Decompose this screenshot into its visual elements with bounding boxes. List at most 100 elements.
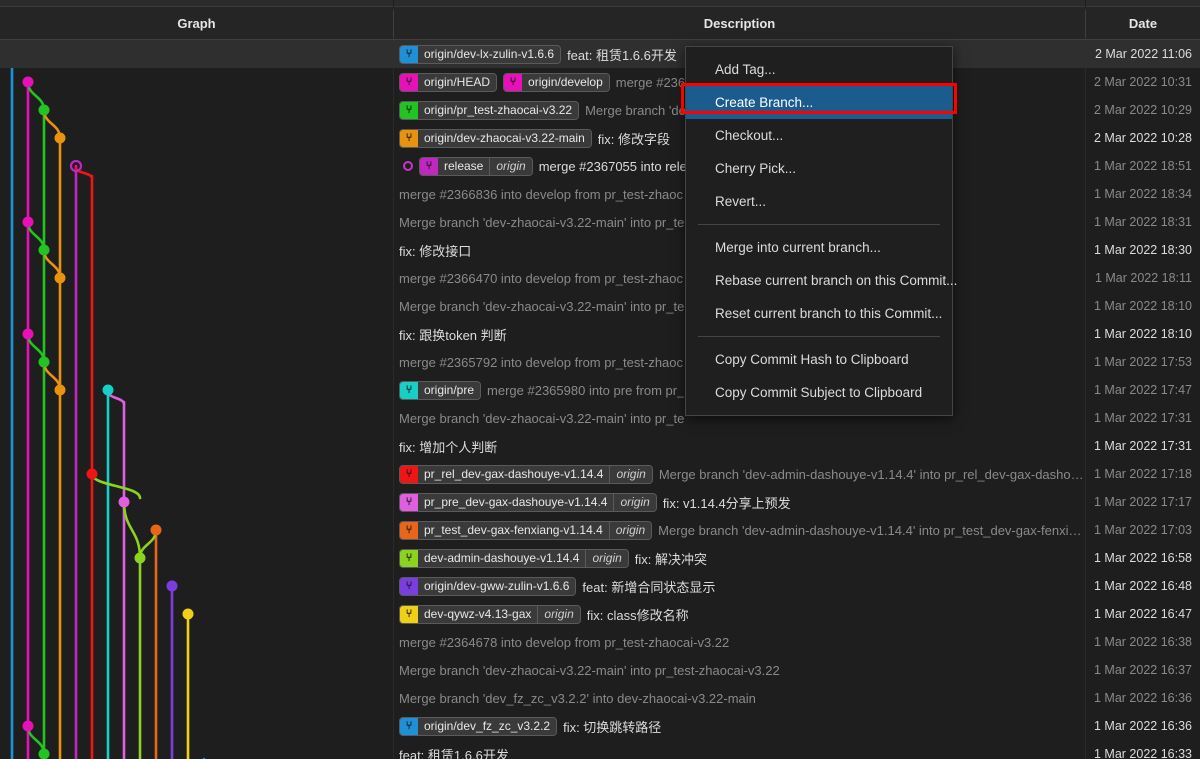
commit-message: merge #2364678 into develop from pr_test… <box>399 634 730 650</box>
commit-row[interactable]: Merge branch 'dev-zhaocai-v3.22-main' in… <box>0 292 1200 320</box>
commit-date: 1 Mar 2022 18:31 <box>1094 215 1192 229</box>
column-header-date[interactable]: Date <box>1086 7 1200 40</box>
branch-ref-chip[interactable]: ⑂ origin/dev-gww-zulin-v1.6.6 <box>399 576 577 596</box>
commit-date: 1 Mar 2022 18:51 <box>1094 159 1192 173</box>
commit-row[interactable]: ⑂ origin/dev_fz_zc_v3.2.2 fix: 切换跳转路径 1 Mar… <box>0 712 1200 740</box>
commit-description-cell[interactable]: Merge branch 'dev_fz_zc_v3.2.2' into dev… <box>399 684 1085 712</box>
commit-message: Merge branch 'de <box>585 102 686 118</box>
commit-row[interactable]: ⑂ pr_test_dev-gax-fenxiang-v1.14.4 origin M… <box>0 516 1200 544</box>
commit-description-cell[interactable]: ⑂ dev-admin-dashouye-v1.14.4 origin fix: 解决… <box>399 544 1085 572</box>
commit-row[interactable]: ⑂ origin/pr_test-zhaocai-v3.22 Merge branc… <box>0 96 1200 124</box>
commit-description-cell[interactable]: ⑂ pr_test_dev-gax-fenxiang-v1.14.4 origin M… <box>399 516 1085 544</box>
commit-description-cell[interactable]: Merge branch 'dev-zhaocai-v3.22-main' in… <box>399 656 1085 684</box>
commit-message: merge #2367055 into rele <box>538 158 687 174</box>
commit-message: merge #2365980 into pre from pr_ <box>487 382 685 398</box>
branch-ref-chip[interactable]: ⑂ origin/dev-zhaocai-v3.22-main <box>399 128 592 148</box>
commit-date: 1 Mar 2022 17:18 <box>1094 467 1192 481</box>
branch-ref-chip[interactable]: ⑂ dev-admin-dashouye-v1.14.4 origin <box>399 548 629 568</box>
commit-date: 1 Mar 2022 18:10 <box>1094 327 1192 341</box>
commit-description-cell[interactable]: ⑂ dev-qywz-v4.13-gax origin fix: class修改名称 <box>399 600 1085 628</box>
commit-date: 2 Mar 2022 10:28 <box>1094 131 1192 145</box>
commit-row[interactable]: ⑂ pr_rel_dev-gax-dashouye-v1.14.4 origin Me… <box>0 460 1200 488</box>
commit-row[interactable]: fix: 跟换token 判断 1 Mar 2022 18:10 <box>0 320 1200 348</box>
commit-description-cell[interactable]: ⑂ origin/dev_fz_zc_v3.2.2 fix: 切换跳转路径 <box>399 712 1085 740</box>
context-menu-item[interactable]: Copy Commit Subject to Clipboard <box>686 376 952 409</box>
branch-ref-remote: origin <box>537 605 580 623</box>
commit-row[interactable]: fix: 增加个人判断 1 Mar 2022 17:31 <box>0 432 1200 460</box>
top-strip-description <box>394 0 1085 7</box>
commit-row[interactable]: merge #2366836 into develop from pr_test… <box>0 180 1200 208</box>
commit-date: 1 Mar 2022 18:10 <box>1094 299 1192 313</box>
commit-row[interactable]: ⑂ origin/pre merge #2365980 into pre from … <box>0 376 1200 404</box>
branch-icon: ⑂ <box>400 73 418 91</box>
branch-ref-name: origin/dev-zhaocai-v3.22-main <box>418 129 591 147</box>
branch-ref-chip[interactable]: ⑂ pr_pre_dev-gax-dashouye-v1.14.4 origin <box>399 492 657 512</box>
column-header-graph[interactable]: Graph <box>0 7 393 40</box>
commit-row[interactable]: Merge branch 'dev-zhaocai-v3.22-main' in… <box>0 208 1200 236</box>
context-menu-item[interactable]: Merge into current branch... <box>686 231 952 264</box>
commit-row[interactable]: ⑂ origin/dev-lx-zulin-v1.6.6 feat: 租赁1.6.6… <box>0 40 1200 68</box>
context-menu-item[interactable]: Cherry Pick... <box>686 152 952 185</box>
commit-row[interactable]: Merge branch 'dev_fz_zc_v3.2.2' into dev… <box>0 684 1200 712</box>
commit-date: 1 Mar 2022 16:47 <box>1094 607 1192 621</box>
commit-message: feat: 新增合同状态显示 <box>582 579 716 595</box>
branch-ref-chip[interactable]: ⑂ dev-qywz-v4.13-gax origin <box>399 604 581 624</box>
commit-date: 1 Mar 2022 16:33 <box>1094 747 1192 759</box>
commit-row[interactable]: ⑂ origin/dev-gww-zulin-v1.6.6 feat: 新增合同状态… <box>0 572 1200 600</box>
commit-description-cell[interactable]: merge #2364678 into develop from pr_test… <box>399 628 1085 656</box>
branch-ref-chip[interactable]: ⑂ origin/pre <box>399 380 482 400</box>
column-header-bar: Graph Description Date <box>0 7 1200 40</box>
window-top-strip <box>0 0 1200 7</box>
commit-row[interactable]: ⑂ release origin merge #2367055 into rele 1 … <box>0 152 1200 180</box>
commit-row[interactable]: ⑂ dev-qywz-v4.13-gax origin fix: class修改名称 1… <box>0 600 1200 628</box>
commit-description-cell[interactable]: feat: 租赁1.6.6开发 <box>399 740 1085 759</box>
branch-ref-name: pr_rel_dev-gax-dashouye-v1.14.4 <box>418 465 610 483</box>
context-menu-item[interactable]: Rebase current branch on this Commit... <box>686 264 957 297</box>
branch-ref-chip[interactable]: ⑂ origin/dev-lx-zulin-v1.6.6 <box>399 44 562 64</box>
branch-ref-name: origin/dev_fz_zc_v3.2.2 <box>418 717 557 735</box>
commit-row[interactable]: merge #2366470 into develop from pr_test… <box>0 264 1200 292</box>
commit-description-cell[interactable]: ⑂ pr_rel_dev-gax-dashouye-v1.14.4 origin Me… <box>399 460 1085 488</box>
commit-row[interactable]: ⑂ dev-admin-dashouye-v1.14.4 origin fix: 解决… <box>0 544 1200 572</box>
commit-row[interactable]: Merge branch 'dev-zhaocai-v3.22-main' in… <box>0 656 1200 684</box>
commit-message: fix: 增加个人判断 <box>399 439 498 455</box>
context-menu-item[interactable]: Add Tag... <box>686 53 952 86</box>
commit-row[interactable]: Merge branch 'dev-zhaocai-v3.22-main' in… <box>0 404 1200 432</box>
context-menu-item[interactable]: Checkout... <box>686 119 952 152</box>
context-menu-item[interactable]: Revert... <box>686 185 952 218</box>
commit-description-cell[interactable]: fix: 增加个人判断 <box>399 432 1085 460</box>
branch-icon: ⑂ <box>400 577 418 595</box>
commit-description-cell[interactable]: ⑂ origin/dev-gww-zulin-v1.6.6 feat: 新增合同状态… <box>399 572 1085 600</box>
branch-icon: ⑂ <box>400 521 418 539</box>
branch-ref-chip[interactable]: ⑂ origin/dev_fz_zc_v3.2.2 <box>399 716 558 736</box>
commit-description-cell[interactable]: ⑂ pr_pre_dev-gax-dashouye-v1.14.4 origin fi… <box>399 488 1085 516</box>
branch-ref-chip[interactable]: ⑂ origin/HEAD <box>399 72 498 92</box>
commit-row[interactable]: merge #2365792 into develop from pr_test… <box>0 348 1200 376</box>
branch-ref-name: dev-admin-dashouye-v1.14.4 <box>418 549 586 567</box>
column-header-description[interactable]: Description <box>394 7 1085 40</box>
commit-list: ⑂ origin/dev-lx-zulin-v1.6.6 feat: 租赁1.6.6… <box>0 40 1200 759</box>
commit-message: merge #2366470 into develop from pr_test… <box>399 270 684 286</box>
branch-ref-chip[interactable]: ⑂ origin/develop <box>503 72 610 92</box>
commit-row[interactable]: fix: 修改接口 1 Mar 2022 18:30 <box>0 236 1200 264</box>
branch-ref-chip[interactable]: ⑂ pr_test_dev-gax-fenxiang-v1.14.4 origin <box>399 520 653 540</box>
branch-ref-chip[interactable]: ⑂ release origin <box>419 156 533 176</box>
commit-message: feat: 租赁1.6.6开发 <box>567 47 677 63</box>
branch-ref-name: dev-qywz-v4.13-gax <box>418 605 538 623</box>
commit-date: 1 Mar 2022 16:58 <box>1094 551 1192 565</box>
context-menu-item[interactable]: Create Branch... <box>686 86 952 119</box>
branch-icon: ⑂ <box>400 45 418 63</box>
commit-row[interactable]: feat: 租赁1.6.6开发 1 Mar 2022 16:33 <box>0 740 1200 759</box>
branch-ref-name: origin/pr_test-zhaocai-v3.22 <box>418 101 579 119</box>
commit-row[interactable]: ⑂ origin/dev-zhaocai-v3.22-main fix: 修改字段 2… <box>0 124 1200 152</box>
commit-row[interactable]: ⑂ pr_pre_dev-gax-dashouye-v1.14.4 origin fi… <box>0 488 1200 516</box>
branch-ref-chip[interactable]: ⑂ pr_rel_dev-gax-dashouye-v1.14.4 origin <box>399 464 653 484</box>
branch-icon: ⑂ <box>400 549 418 567</box>
context-menu-item[interactable]: Reset current branch to this Commit... <box>686 297 952 330</box>
context-menu-item[interactable]: Copy Commit Hash to Clipboard <box>686 343 952 376</box>
commit-message: fix: 解决冲突 <box>634 551 708 567</box>
commit-context-menu[interactable]: Add Tag... Create Branch... Checkout... Che… <box>685 46 957 416</box>
commit-row[interactable]: merge #2364678 into develop from pr_test… <box>0 628 1200 656</box>
commit-row[interactable]: ⑂ origin/HEAD ⑂ origin/develop merge #236 2 M… <box>0 68 1200 96</box>
branch-ref-chip[interactable]: ⑂ origin/pr_test-zhaocai-v3.22 <box>399 100 580 120</box>
